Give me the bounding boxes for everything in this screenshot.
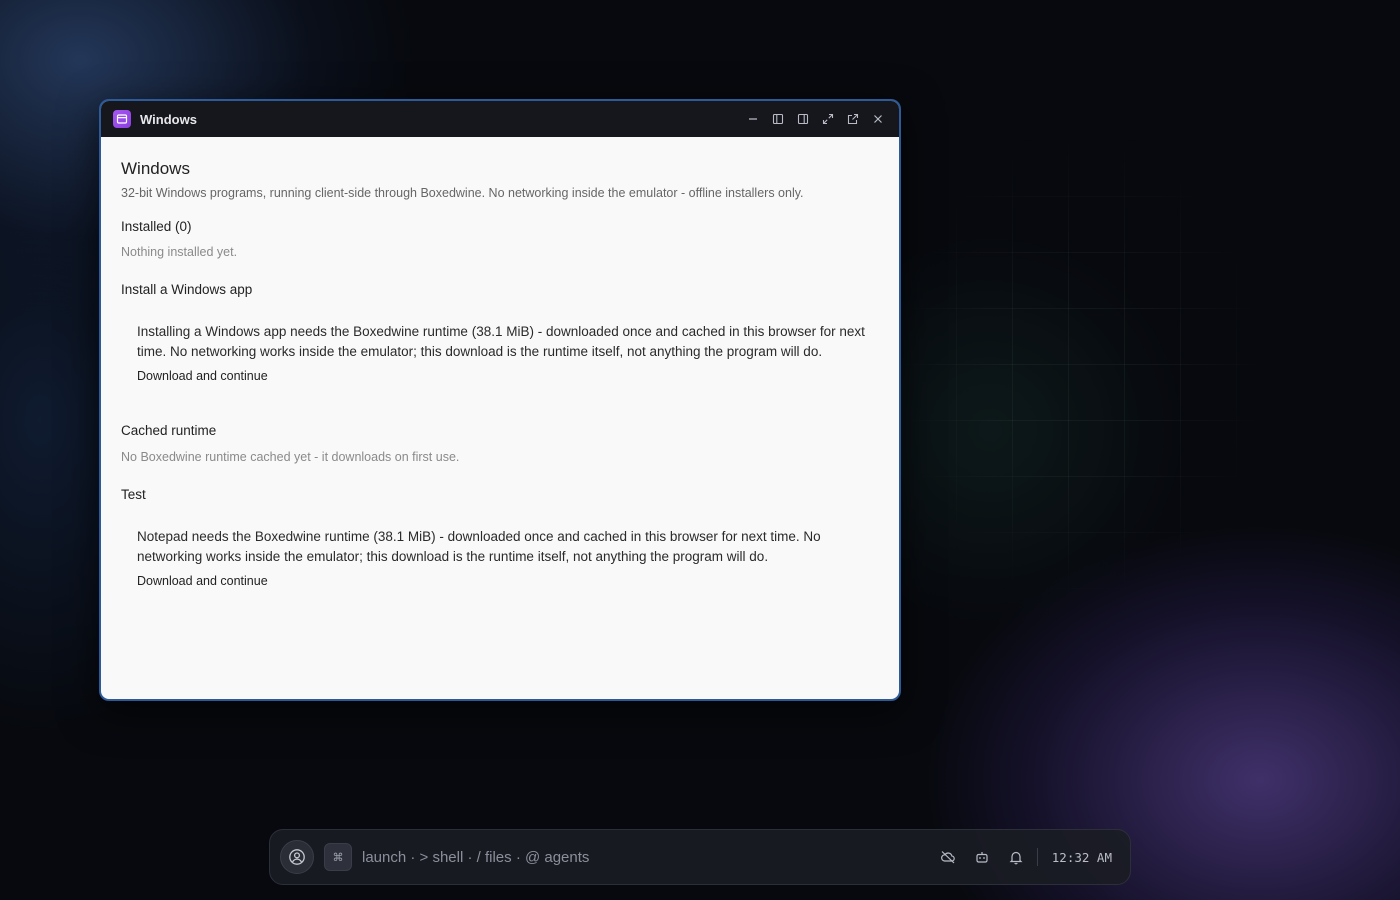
- windows-app-icon: [113, 110, 131, 128]
- minimize-icon[interactable]: [744, 110, 762, 128]
- test-prompt: Notepad needs the Boxedwine runtime (38.…: [121, 527, 879, 590]
- cached-runtime-text: No Boxedwine runtime cached yet - it dow…: [121, 450, 460, 464]
- command-palette-input[interactable]: launch · > shell · / files · @ agents: [362, 849, 589, 866]
- bot-icon[interactable]: [965, 843, 999, 871]
- taskbar-tray: 12:32 AM: [931, 843, 1120, 871]
- installed-section-title: Installed (0): [121, 219, 192, 234]
- maximize-icon[interactable]: [819, 110, 837, 128]
- page-title: Windows: [121, 159, 190, 178]
- cloud-off-icon[interactable]: [931, 843, 965, 871]
- test-section-title: Test: [121, 487, 146, 502]
- window-controls: [744, 110, 887, 128]
- test-download-button[interactable]: Download and continue: [137, 574, 268, 588]
- install-download-button[interactable]: Download and continue: [137, 369, 268, 383]
- tray-divider: [1036, 848, 1038, 866]
- clock[interactable]: 12:32 AM: [1044, 850, 1120, 865]
- install-section-title: Install a Windows app: [121, 282, 253, 297]
- windows-app-window: Windows Windows 32-bit Windows programs,…: [99, 99, 901, 701]
- dock-right-icon[interactable]: [794, 110, 812, 128]
- desktop-grid: [900, 140, 1260, 600]
- window-titlebar[interactable]: Windows: [101, 101, 899, 137]
- popout-icon[interactable]: [844, 110, 862, 128]
- install-prompt: Installing a Windows app needs the Boxed…: [121, 322, 879, 385]
- window-title: Windows: [140, 111, 197, 127]
- page-description: 32-bit Windows programs, running client-…: [121, 186, 804, 200]
- bell-icon[interactable]: [999, 843, 1033, 871]
- window-content: Windows 32-bit Windows programs, running…: [101, 137, 899, 610]
- close-icon[interactable]: [869, 110, 887, 128]
- taskbar: ⌘ launch · > shell · / files · @ agents …: [269, 829, 1131, 885]
- cached-runtime-title: Cached runtime: [121, 423, 217, 438]
- install-message: Installing a Windows app needs the Boxed…: [137, 324, 865, 359]
- command-key-icon[interactable]: ⌘: [324, 843, 352, 871]
- test-message: Notepad needs the Boxedwine runtime (38.…: [137, 529, 821, 564]
- installed-empty-text: Nothing installed yet.: [121, 245, 238, 259]
- user-avatar-icon[interactable]: [280, 840, 314, 874]
- dock-left-icon[interactable]: [769, 110, 787, 128]
